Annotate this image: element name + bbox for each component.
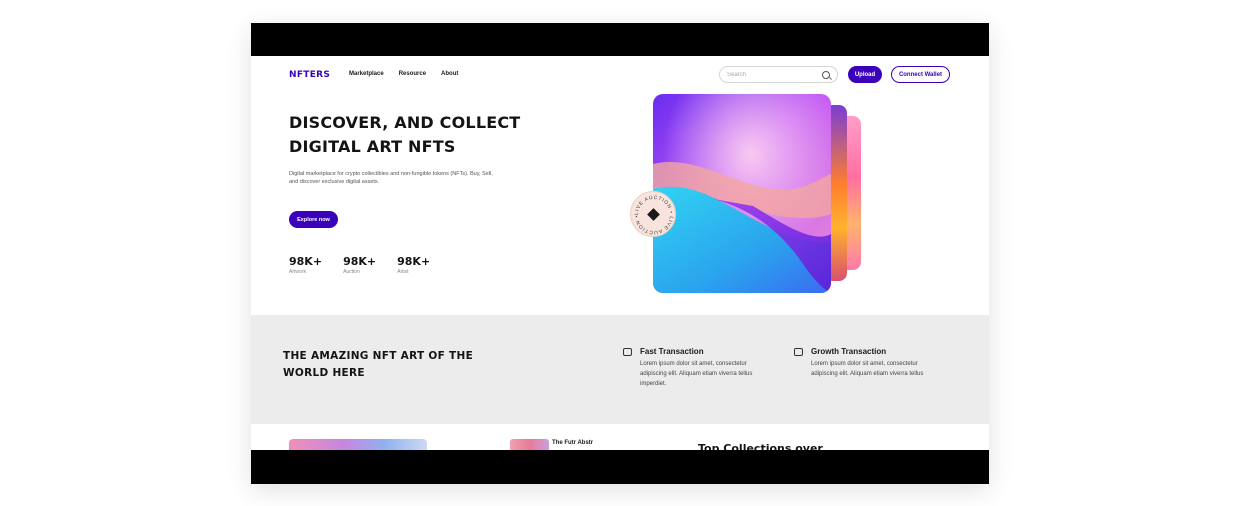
stat-artist: 98K+ Artist xyxy=(397,255,430,275)
stat-artwork: 98K+ Artwork xyxy=(289,255,322,275)
live-auction-badge: LIVE AUCTION • LIVE AUCTION • xyxy=(630,191,676,237)
collection-thumbnail-small[interactable] xyxy=(510,439,549,450)
features-section: THE AMAZING NFT ART OF THE WORLD HERE Fa… xyxy=(251,315,989,424)
stat-auction: 98K+ Auction xyxy=(343,255,376,275)
nav-link-marketplace[interactable]: Marketplace xyxy=(349,71,384,77)
feature-desc: Lorem ipsum dolor sit amet, consectetur … xyxy=(811,361,924,377)
hero-stats: 98K+ Artwork 98K+ Auction 98K+ Artist xyxy=(289,255,430,275)
stat-label: Artist xyxy=(397,269,409,275)
main-nav: Marketplace Resource About xyxy=(349,71,458,77)
stat-value: 98K+ xyxy=(343,255,377,268)
nav-link-resource[interactable]: Resource xyxy=(399,71,426,77)
nft-card-main[interactable] xyxy=(653,94,831,293)
search-input[interactable] xyxy=(727,71,822,78)
feature-title: Fast Transaction xyxy=(640,347,704,356)
card-icon xyxy=(623,348,632,356)
chart-icon xyxy=(794,348,803,356)
collection-card-title[interactable]: The Futr Abstr xyxy=(552,440,593,446)
connect-wallet-button[interactable]: Connect Wallet xyxy=(891,66,950,83)
hero-subtitle: Digital marketplace for crypto collectib… xyxy=(289,171,493,185)
stat-value: 98K+ xyxy=(397,255,431,268)
collection-thumbnail-large[interactable] xyxy=(289,439,427,450)
browser-viewport: NFTERS Marketplace Resource About Upload… xyxy=(251,23,989,484)
upload-button[interactable]: Upload xyxy=(848,66,882,83)
feature-title: Growth Transaction xyxy=(811,347,887,356)
feature-growth-transaction: Growth Transaction Lorem ipsum dolor sit… xyxy=(794,347,944,379)
stat-label: Artwork xyxy=(289,269,306,275)
search-box[interactable] xyxy=(719,66,838,83)
features-title: THE AMAZING NFT ART OF THE WORLD HERE xyxy=(283,350,474,379)
letterbox-top-bar xyxy=(251,23,989,56)
stat-value: 98K+ xyxy=(289,255,323,268)
nav-link-about[interactable]: About xyxy=(441,71,458,77)
hero-title: DISCOVER, AND COLLECT DIGITAL ART NFTS xyxy=(289,113,521,156)
site-logo[interactable]: NFTERS xyxy=(289,70,330,80)
stat-label: Auction xyxy=(343,269,360,275)
nft-artwork-image xyxy=(653,94,831,293)
search-icon[interactable] xyxy=(822,70,830,79)
explore-now-button[interactable]: Explore now xyxy=(289,211,338,228)
feature-fast-transaction: Fast Transaction Lorem ipsum dolor sit a… xyxy=(623,347,773,389)
letterbox-bottom-bar xyxy=(251,450,989,484)
feature-desc: Lorem ipsum dolor sit amet, consectetur … xyxy=(640,361,753,387)
